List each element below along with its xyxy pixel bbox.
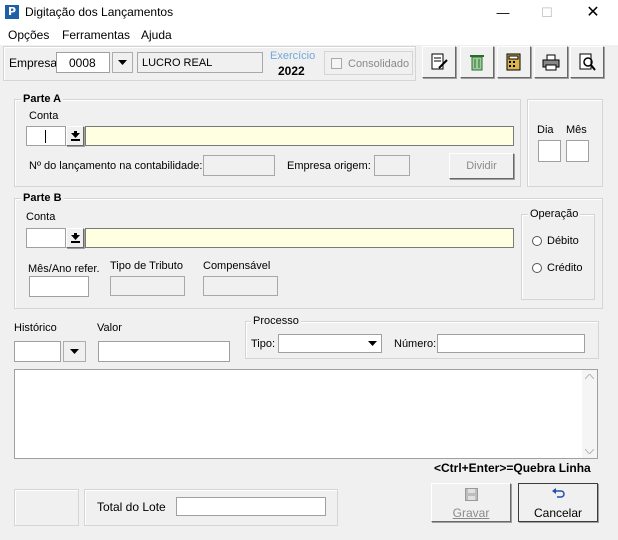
parte-b-conta-input[interactable] xyxy=(26,228,66,248)
floppy-disk-icon xyxy=(465,488,478,501)
historico-input[interactable] xyxy=(14,341,61,362)
empresa-name-field: LUCRO REAL xyxy=(137,52,263,73)
debito-radio[interactable] xyxy=(532,236,542,246)
tipo-tributo-label: Tipo de Tributo xyxy=(110,260,183,272)
recycle-bin-button[interactable] xyxy=(460,46,494,78)
processo-title: Processo xyxy=(251,315,301,327)
parte-a-conta-label: Conta xyxy=(29,110,59,122)
memo-scrollbar[interactable] xyxy=(582,370,597,458)
n-lancamento-label: Nº do lançamento na contabilidade: xyxy=(29,160,203,172)
print-preview-button[interactable] xyxy=(570,46,604,78)
parte-a-conta-input[interactable] xyxy=(26,126,66,146)
mes-input[interactable] xyxy=(566,140,589,162)
total-lote-label: Total do Lote xyxy=(97,500,166,514)
valor-label: Valor xyxy=(97,322,122,334)
parte-b-conta-lookup-button[interactable] xyxy=(66,228,84,248)
empresa-label: Empresa: xyxy=(9,56,61,70)
gravar-button[interactable]: Gravar xyxy=(431,483,511,522)
cancelar-button[interactable]: Cancelar xyxy=(518,483,598,522)
parte-a-conta-description[interactable] xyxy=(85,126,514,146)
recycle-bin-icon xyxy=(470,55,484,71)
menu-opcoes[interactable]: Opções xyxy=(8,28,49,42)
consolidado-checkbox[interactable] xyxy=(331,58,342,69)
edit-doc-button[interactable] xyxy=(422,46,456,78)
print-preview-icon xyxy=(579,53,596,71)
calculator-icon xyxy=(506,53,521,71)
n-lancamento-field xyxy=(203,155,275,176)
credito-label: Crédito xyxy=(547,262,583,274)
empresa-dropdown-button[interactable] xyxy=(112,52,133,73)
chevron-down-icon xyxy=(70,349,79,354)
parte-b-conta-description[interactable] xyxy=(85,228,514,248)
historico-label: Histórico xyxy=(14,322,57,334)
dia-input[interactable] xyxy=(538,140,561,162)
parte-b-conta-label: Conta xyxy=(26,211,56,223)
valor-input[interactable] xyxy=(98,341,230,362)
parte-b-group xyxy=(14,198,603,309)
minimize-button[interactable]: — xyxy=(480,0,526,26)
undo-arrow-icon xyxy=(552,488,565,498)
arrow-down-bar-icon xyxy=(70,131,80,141)
empresa-code-field[interactable]: 0008 xyxy=(56,52,110,73)
tipo-tributo-field xyxy=(110,276,185,296)
debito-label: Débito xyxy=(547,235,579,247)
mes-ano-input[interactable] xyxy=(29,276,89,297)
edit-doc-icon xyxy=(431,53,448,70)
compensavel-field xyxy=(203,276,278,296)
total-lote-field xyxy=(176,497,326,516)
processo-tipo-label: Tipo: xyxy=(251,338,276,350)
empresa-origem-field xyxy=(374,155,410,176)
exercicio-label: Exercício xyxy=(270,50,316,62)
printer-icon xyxy=(542,54,560,71)
mes-ano-label: Mês/Ano refer. xyxy=(28,263,100,275)
historico-dropdown-button[interactable] xyxy=(63,341,86,362)
exercicio-value: 2022 xyxy=(278,64,305,78)
operacao-group xyxy=(521,214,595,300)
quebra-linha-hint: <Ctrl+Enter>=Quebra Linha xyxy=(434,461,591,475)
calculator-button[interactable] xyxy=(497,46,531,78)
chevron-down-icon xyxy=(118,60,127,65)
parte-a-title: Parte A xyxy=(21,93,64,105)
maximize-button[interactable]: ☐ xyxy=(524,0,570,26)
dia-label: Dia xyxy=(537,124,554,136)
processo-tipo-select[interactable] xyxy=(278,334,382,353)
parte-a-conta-lookup-button[interactable] xyxy=(66,126,84,146)
printer-button[interactable] xyxy=(534,46,568,78)
scroll-down-icon xyxy=(585,449,594,454)
processo-numero-input[interactable] xyxy=(437,334,585,353)
text-cursor xyxy=(45,130,46,143)
parte-b-title: Parte B xyxy=(21,192,64,204)
app-icon: P xyxy=(5,5,19,19)
scroll-up-icon xyxy=(585,374,594,379)
chevron-down-icon xyxy=(368,341,377,346)
historico-memo[interactable] xyxy=(14,369,598,459)
close-button[interactable]: ✕ xyxy=(570,0,616,26)
arrow-down-bar-icon xyxy=(70,233,80,243)
compensavel-label: Compensável xyxy=(203,260,271,272)
menu-ajuda[interactable]: Ajuda xyxy=(141,28,172,42)
cancelar-label: Cancelar xyxy=(533,506,583,520)
menu-ferramentas[interactable]: Ferramentas xyxy=(62,28,130,42)
consolidado-label: Consolidado xyxy=(348,58,410,70)
gravar-label: Gravar xyxy=(452,506,490,520)
processo-numero-label: Número: xyxy=(394,338,437,350)
dividir-button[interactable]: Dividir xyxy=(449,153,514,179)
mes-label: Mês xyxy=(566,124,587,136)
empresa-origem-label: Empresa origem: xyxy=(287,160,371,172)
status-panel xyxy=(14,489,79,526)
credito-radio[interactable] xyxy=(532,263,542,273)
window-title: Digitação dos Lançamentos xyxy=(25,5,174,19)
operacao-title: Operação xyxy=(528,208,581,220)
